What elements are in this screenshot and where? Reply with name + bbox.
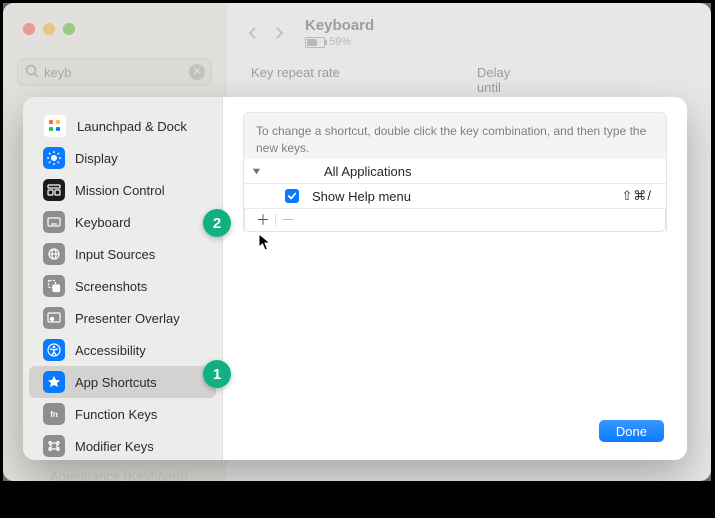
shortcuts-sidebar: Launchpad & Dock Display Mission Control… xyxy=(23,97,223,460)
modifier-keys-icon xyxy=(43,435,65,457)
annotation-badge-2: 2 xyxy=(203,209,231,237)
done-button[interactable]: Done xyxy=(599,420,664,442)
app-shortcuts-icon xyxy=(43,371,65,393)
sidebar-item-label: Modifier Keys xyxy=(75,439,154,454)
shortcuts-main: To change a shortcut, double click the k… xyxy=(223,97,687,460)
sidebar-item-label: Launchpad & Dock xyxy=(77,119,187,134)
mouse-cursor-icon xyxy=(258,233,272,251)
sidebar-item-function-keys[interactable]: fn Function Keys xyxy=(29,398,216,430)
shortcuts-list: All Applications Show Help menu ⇧⌘/ ＋ － xyxy=(243,159,667,232)
launchpad-icon xyxy=(43,114,67,138)
mission-control-icon xyxy=(43,179,65,201)
presenter-overlay-icon xyxy=(43,307,65,329)
keyboard-icon xyxy=(43,211,65,233)
sidebar-item-app-shortcuts[interactable]: App Shortcuts xyxy=(29,366,216,398)
shortcut-entry-label: Show Help menu xyxy=(312,189,621,204)
sidebar-item-label: Keyboard xyxy=(75,215,131,230)
annotation-badge-1: 1 xyxy=(203,360,231,388)
sidebar-item-label: Mission Control xyxy=(75,183,165,198)
sidebar-item-input-sources[interactable]: Input Sources xyxy=(29,238,216,270)
svg-text:fn: fn xyxy=(50,410,58,419)
shortcut-enabled-checkbox[interactable] xyxy=(285,189,299,203)
accessibility-icon xyxy=(43,339,65,361)
shortcut-key-combo[interactable]: ⇧⌘/ xyxy=(621,188,652,204)
sidebar-item-mission-control[interactable]: Mission Control xyxy=(29,174,216,206)
sidebar-item-display[interactable]: Display xyxy=(29,142,216,174)
sidebar-item-label: App Shortcuts xyxy=(75,375,157,390)
sidebar-item-keyboard[interactable]: Keyboard xyxy=(29,206,216,238)
sidebar-item-launchpad-dock[interactable]: Launchpad & Dock xyxy=(29,110,216,142)
sidebar-item-label: Function Keys xyxy=(75,407,157,422)
disclosure-triangle-icon[interactable] xyxy=(244,167,268,176)
add-shortcut-button[interactable]: ＋ xyxy=(253,210,273,230)
sidebar-item-label: Display xyxy=(75,151,118,166)
sidebar-item-screenshots[interactable]: Screenshots xyxy=(29,270,216,302)
sidebar-item-presenter-overlay[interactable]: Presenter Overlay xyxy=(29,302,216,334)
input-sources-icon xyxy=(43,243,65,265)
function-keys-icon: fn xyxy=(43,403,65,425)
sidebar-item-label: Accessibility xyxy=(75,343,146,358)
display-icon xyxy=(43,147,65,169)
sidebar-item-label: Screenshots xyxy=(75,279,147,294)
shortcut-entry-row[interactable]: Show Help menu ⇧⌘/ xyxy=(244,184,666,209)
sidebar-item-label: Presenter Overlay xyxy=(75,311,180,326)
shortcuts-sheet: Launchpad & Dock Display Mission Control… xyxy=(23,97,687,460)
group-row-all-applications[interactable]: All Applications xyxy=(244,159,666,184)
group-label: All Applications xyxy=(324,164,666,179)
screenshots-icon xyxy=(43,275,65,297)
sidebar-item-accessibility[interactable]: Accessibility xyxy=(29,334,216,366)
list-footer: ＋ － xyxy=(244,209,666,232)
footer-divider xyxy=(275,213,276,227)
remove-shortcut-button[interactable]: － xyxy=(278,210,298,230)
sidebar-item-label: Input Sources xyxy=(75,247,155,262)
sidebar-item-modifier-keys[interactable]: Modifier Keys xyxy=(29,430,216,460)
